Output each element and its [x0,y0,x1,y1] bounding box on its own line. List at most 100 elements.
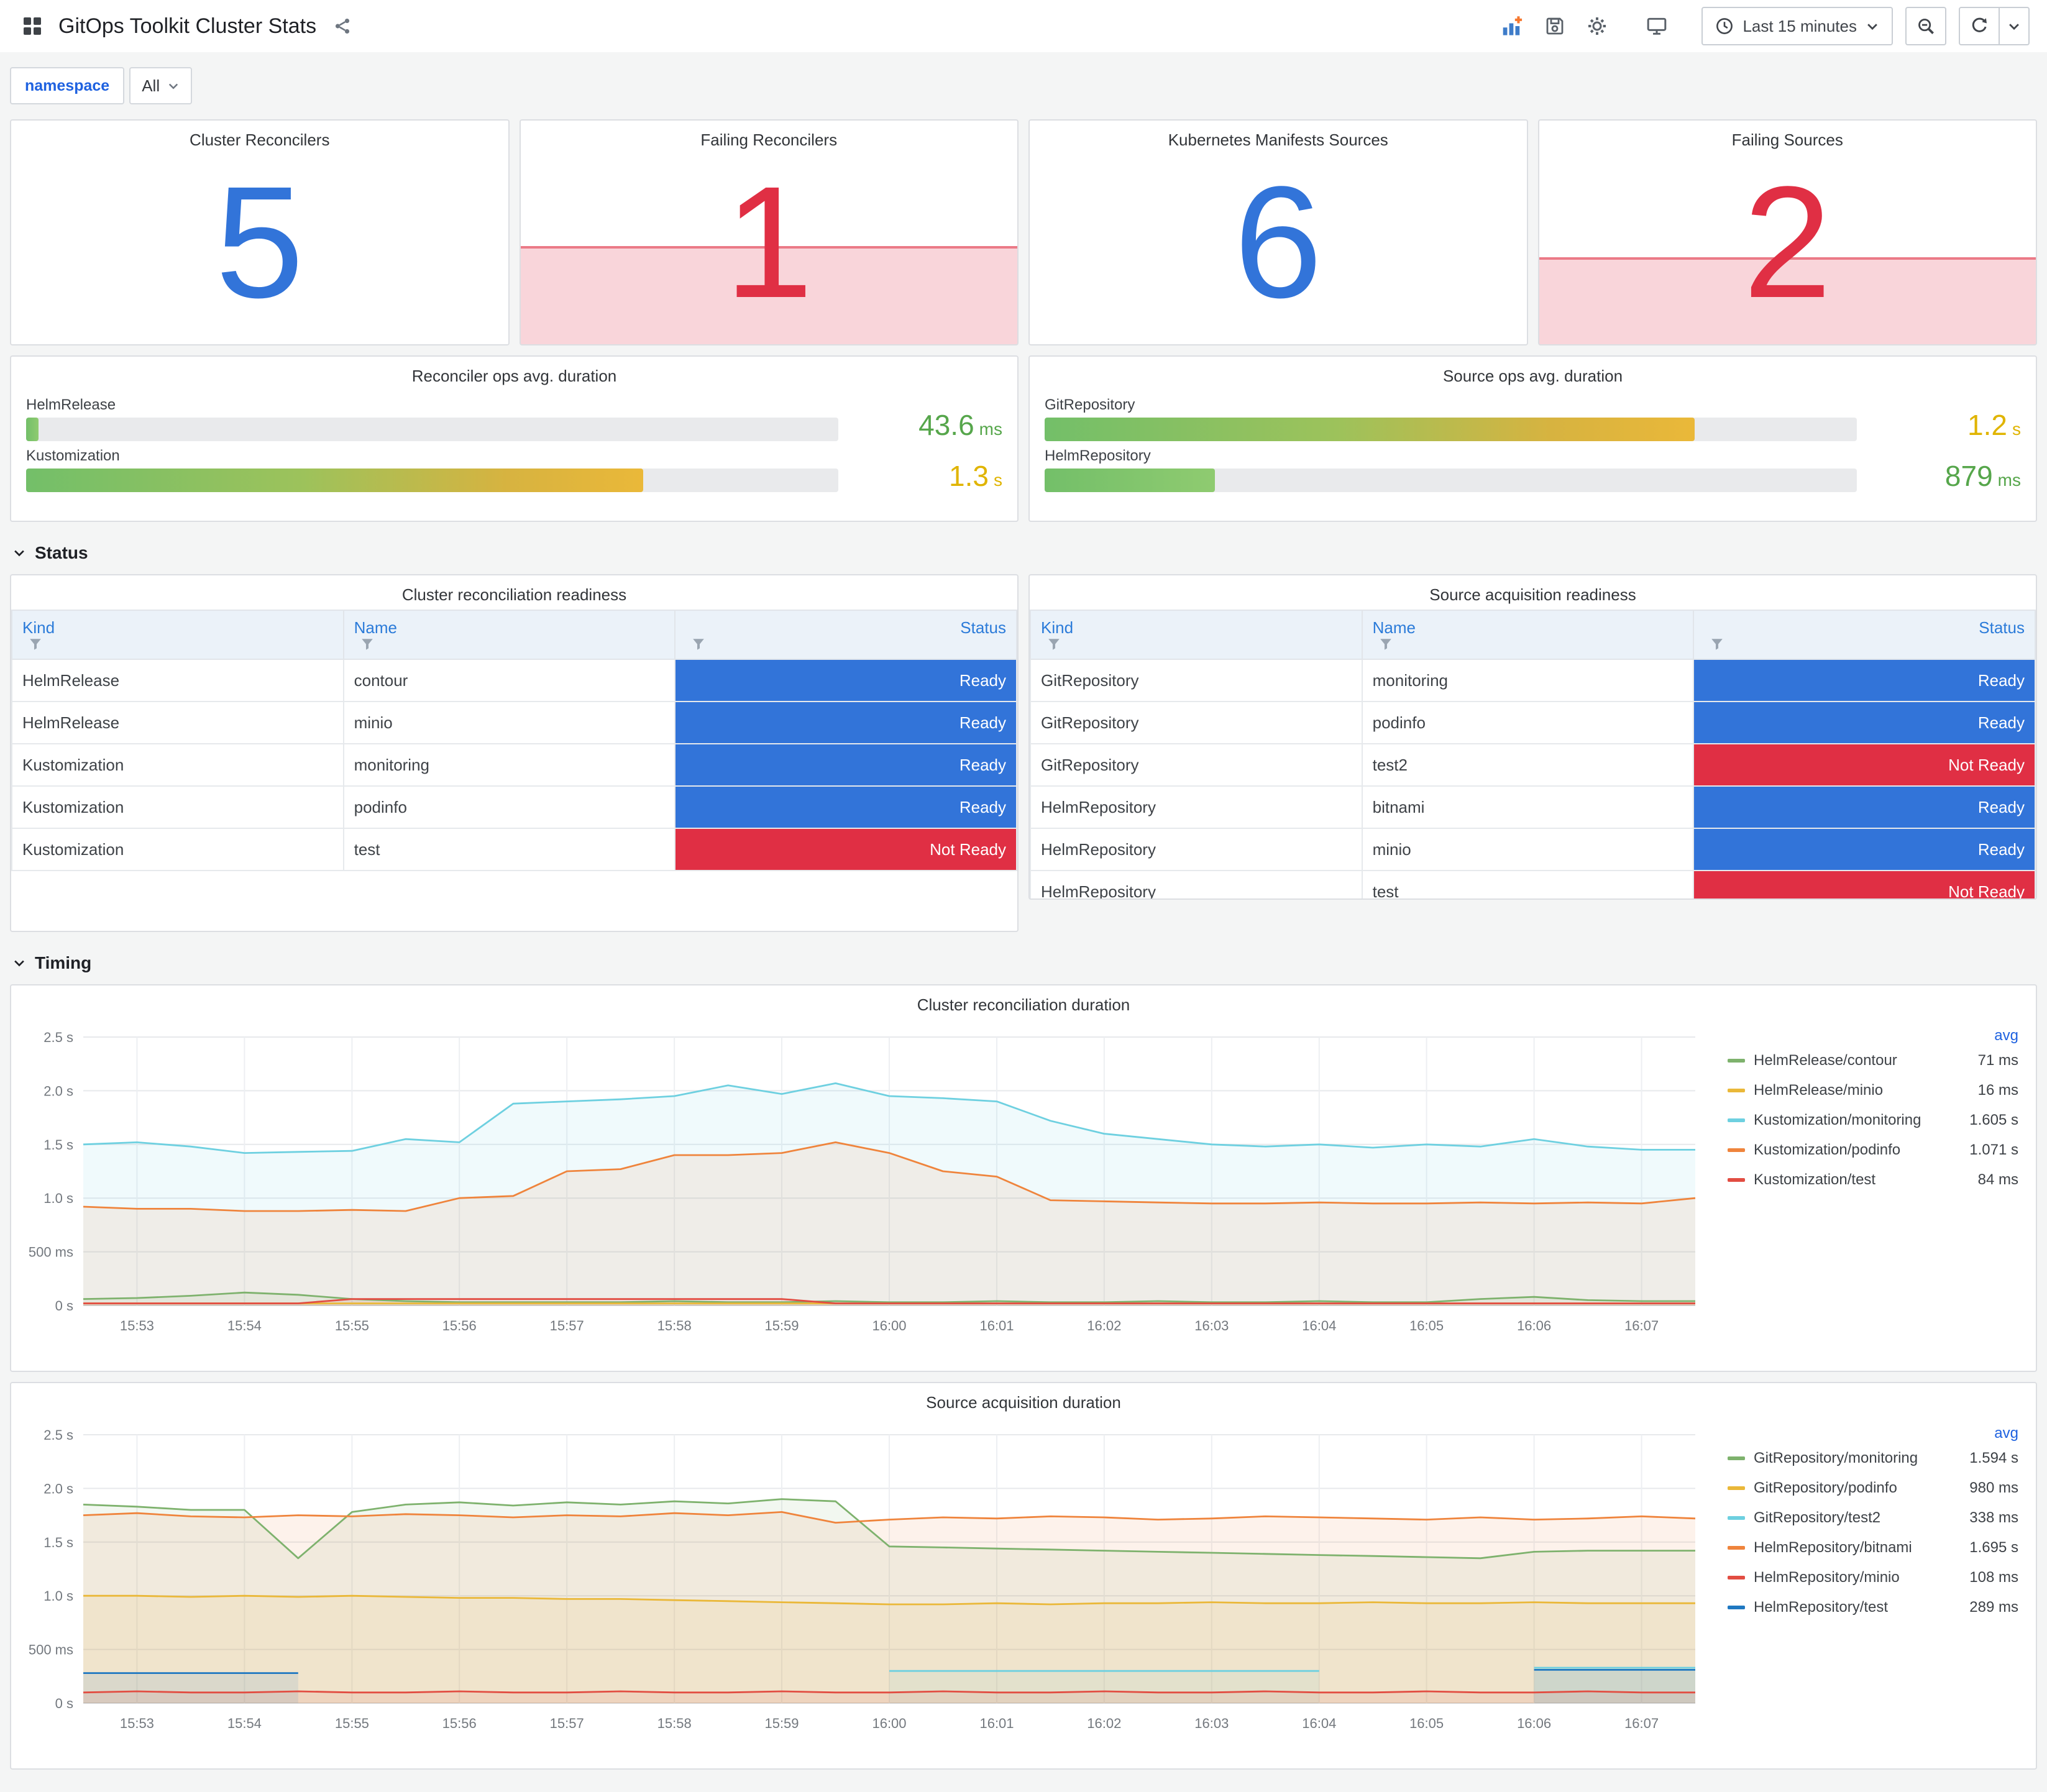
cell-name: contour [342,659,676,702]
gauge-panel-source-ops-avg-duration: Source ops avg. duration GitRepository 1.2… [1028,355,2037,522]
legend-item-kustomization-test[interactable]: Kustomization/test 84 ms [1728,1165,2018,1195]
stat-panel-failing-sources: Failing Sources 2 [1537,119,2037,345]
filter-funnel-icon[interactable] [692,638,705,651]
column-header-status[interactable]: Status [1693,610,2036,660]
refresh-interval-dropdown[interactable] [2000,7,2030,45]
gauge-label: HelmRepository [1045,447,1151,464]
apps-grid-icon[interactable] [17,10,47,42]
legend-item-helmrepository-test[interactable]: HelmRepository/test 289 ms [1728,1593,2018,1622]
zoom-out-button[interactable] [1905,7,1946,45]
svg-text:2.5 s: 2.5 s [44,1030,73,1045]
filter-funnel-icon[interactable] [1710,638,1724,651]
gauge-label: GitRepository [1045,396,1135,413]
legend-item-gitrepository-podinfo[interactable]: GitRepository/podinfo 980 ms [1728,1473,2018,1503]
svg-text:15:54: 15:54 [227,1318,262,1333]
svg-text:15:58: 15:58 [657,1318,692,1333]
column-header-kind[interactable]: Kind [1030,610,1363,660]
legend-item-gitrepository-test2[interactable]: GitRepository/test2 338 ms [1728,1503,2018,1533]
legend-avg-header[interactable]: avg [1728,1425,2018,1442]
table-row: GitRepository monitoring Ready [1030,659,2036,702]
section-status[interactable]: Status [10,532,2037,574]
gauge-label: Kustomization [26,447,120,464]
section-timing[interactable]: Timing [10,942,2037,984]
panel-title[interactable]: Reconciler ops avg. duration [26,357,1002,391]
readiness-table: Kind Name Status HelmRelease contour Ready Hel… [11,610,1017,871]
cell-kind: GitRepository [1030,743,1363,787]
panel-title[interactable]: Source acquisition duration [11,1383,2036,1417]
series-name: HelmRelease/contour [1754,1052,1897,1069]
save-dashboard-icon[interactable] [1540,10,1570,42]
legend-item-kustomization-monitoring[interactable]: Kustomization/monitoring 1.605 s [1728,1105,2018,1135]
refresh-button[interactable] [1959,7,2000,45]
variable-namespace-value-dropdown[interactable]: All [129,67,193,104]
svg-text:15:59: 15:59 [764,1318,799,1333]
status-badge: Ready [675,660,1016,701]
series-avg-value: 1.594 s [1969,1450,2018,1466]
chart-body: 0 s 500 ms 1.0 s 1.5 s 2.0 s 2.5 s 15:53 15:54 1… [11,1020,2036,1340]
series-name: HelmRepository/test [1754,1599,1889,1616]
cycle-view-icon[interactable] [1642,10,1672,42]
series-avg-value: 338 ms [1969,1509,2018,1526]
variables-row: namespace All [10,62,2037,119]
section-status-label: Status [35,543,88,562]
legend-avg-header[interactable]: avg [1728,1027,2018,1045]
gauge-panels-row: Reconciler ops avg. duration HelmRelease 4… [10,355,2037,522]
gauge-track [26,469,838,492]
chart-body: 0 s 500 ms 1.0 s 1.5 s 2.0 s 2.5 s 15:53 15:54 1… [11,1417,2036,1738]
series-name: GitRepository/monitoring [1754,1450,1918,1466]
series-avg-value: 16 ms [1977,1082,2018,1099]
plot-area: 0 s 500 ms 1.0 s 1.5 s 2.0 s 2.5 s 15:53 15:54 1… [16,1422,1715,1738]
cell-name: monitoring [1361,659,1695,702]
series-name: Kustomization/test [1754,1171,1876,1188]
series-avg-value: 84 ms [1977,1171,2018,1188]
status-badge: Ready [1694,829,2035,870]
status-badge: Ready [1694,660,2035,701]
legend-item-gitrepository-monitoring[interactable]: GitRepository/monitoring 1.594 s [1728,1443,2018,1473]
series-name: HelmRepository/minio [1754,1569,1900,1586]
table-row: HelmRepository minio Ready [1030,828,2036,871]
svg-text:15:53: 15:53 [120,1716,154,1731]
column-header-name[interactable]: Name [342,610,676,660]
series-color-marker [1728,1118,1745,1122]
column-header-status[interactable]: Status [674,610,1017,660]
series-name: Kustomization/monitoring [1754,1112,1921,1128]
table-row: HelmRepository bitnami Ready [1030,785,2036,829]
legend-item-helmrelease-minio[interactable]: HelmRelease/minio 16 ms [1728,1076,2018,1105]
add-panel-icon[interactable] [1498,10,1527,42]
chevron-down-icon [14,550,24,557]
svg-text:16:01: 16:01 [979,1716,1014,1731]
series-name: Kustomization/podinfo [1754,1141,1901,1158]
table-row: GitRepository podinfo Ready [1030,701,2036,744]
chevron-down-icon [14,960,24,967]
series-avg-value: 1.695 s [1969,1539,2018,1556]
filter-funnel-icon[interactable] [1379,638,1393,651]
panel-title[interactable]: Cluster reconciliation readiness [11,575,1017,610]
filter-funnel-icon[interactable] [29,638,42,651]
legend-item-helmrepository-minio[interactable]: HelmRepository/minio 108 ms [1728,1563,2018,1593]
gauge-value: 1.2 s [1967,409,2021,441]
series-color-marker [1728,1516,1745,1520]
panel-title[interactable]: Source acquisition readiness [1030,575,2036,610]
panel-title[interactable]: Source ops avg. duration [1045,357,2021,391]
legend-item-helmrepository-bitnami[interactable]: HelmRepository/bitnami 1.695 s [1728,1533,2018,1563]
table-row: Kustomization test Not Ready [11,828,1017,871]
cell-status: Ready [674,785,1017,829]
series-color-marker [1728,1576,1745,1579]
legend-item-helmrelease-contour[interactable]: HelmRelease/contour 71 ms [1728,1046,2018,1076]
series-color-marker [1728,1148,1745,1152]
cell-status: Not Ready [674,828,1017,871]
svg-text:16:07: 16:07 [1624,1318,1659,1333]
panel-cluster-reconciliation-duration: Cluster reconciliation duration 0 s 500 ms… [10,984,2037,1372]
svg-text:0 s: 0 s [55,1696,73,1711]
panel-title[interactable]: Cluster reconciliation duration [11,985,2036,1020]
settings-gear-icon[interactable] [1582,10,1612,42]
time-picker-button[interactable]: Last 15 minutes [1701,7,1893,45]
column-header-name[interactable]: Name [1361,610,1695,660]
share-icon[interactable] [327,10,357,42]
legend-item-kustomization-podinfo[interactable]: Kustomization/podinfo 1.071 s [1728,1135,2018,1165]
svg-text:16:04: 16:04 [1302,1716,1336,1731]
filter-funnel-icon[interactable] [360,638,374,651]
filter-funnel-icon[interactable] [1047,638,1061,651]
cell-kind: HelmRepository [1030,828,1363,871]
column-header-kind[interactable]: Kind [11,610,344,660]
